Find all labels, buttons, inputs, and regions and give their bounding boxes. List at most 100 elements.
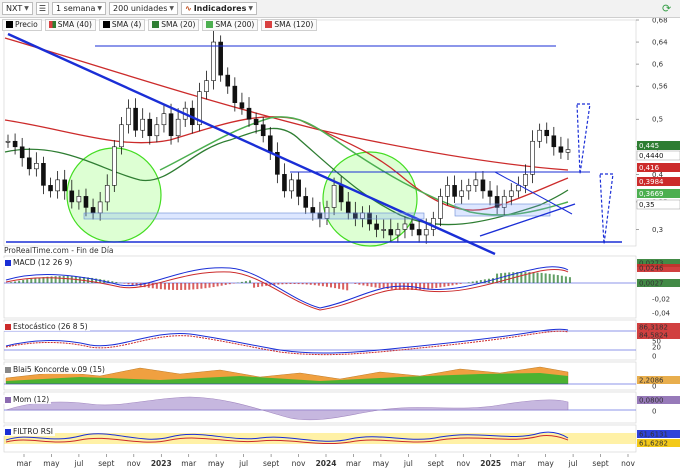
candle-body	[402, 223, 408, 230]
menu-button[interactable]: ☰	[35, 2, 50, 15]
macd-histogram-bar	[301, 283, 304, 285]
legend-item-sma20[interactable]: SMA (20)	[148, 18, 200, 31]
price-tag-label: 0,3984	[639, 178, 664, 186]
rsi-filter-swatch	[5, 428, 11, 435]
macd-histogram-bar	[285, 283, 288, 285]
indicator-tick-label: 0,0027	[639, 280, 664, 288]
macd-histogram-bar	[524, 272, 527, 283]
legend-item-sma4[interactable]: SMA (4)	[98, 18, 146, 31]
macd-histogram-bar	[172, 283, 175, 290]
macd-histogram-bar	[18, 280, 21, 283]
candle-body	[126, 107, 131, 126]
zone-band	[83, 212, 425, 220]
x-tick-label: sept	[428, 459, 444, 468]
legend-swatch	[265, 21, 273, 28]
units-selector[interactable]: 200 unidades ▼	[109, 2, 178, 15]
macd-histogram-bar	[38, 277, 41, 283]
macd-histogram-bar	[504, 272, 507, 283]
legend-swatch	[48, 21, 56, 28]
price-pane[interactable]: 0,680,640,60,560,50,450,40,350,30,4450,4…	[3, 17, 680, 256]
legend-item-sma120[interactable]: SMA (120)	[261, 18, 318, 31]
indicator-tick-label: 61,6131	[639, 431, 668, 439]
candle-body	[423, 229, 429, 236]
price-tag-label: 0,4440	[639, 152, 664, 160]
mom-title[interactable]: Mom (12)	[3, 395, 52, 404]
macd-histogram-bar	[475, 280, 478, 283]
macd-histogram-bar	[261, 283, 264, 287]
koncorde-title[interactable]: Blai5 Koncorde v.09 (15)	[3, 365, 107, 374]
macd-histogram-bar	[564, 276, 567, 283]
macd-histogram-bar	[30, 278, 33, 283]
x-tick-label: sept	[98, 459, 114, 468]
chevron-down-icon: ▼	[248, 5, 253, 12]
macd-histogram-bar	[390, 283, 393, 290]
candle-body	[487, 190, 493, 197]
candle-body	[409, 223, 415, 230]
candle-body	[168, 113, 174, 137]
macd-histogram-bar	[427, 283, 430, 289]
legend-label: SMA (120)	[274, 20, 314, 29]
macd-histogram-bar	[467, 282, 470, 283]
macd-histogram-bar	[492, 278, 494, 283]
macd-histogram-bar	[568, 277, 571, 283]
macd-histogram-bar	[297, 283, 300, 285]
candle-body	[12, 140, 18, 148]
macd-histogram-bar	[374, 283, 377, 288]
candle-body	[83, 196, 89, 208]
candle-body	[119, 124, 124, 148]
macd-histogram-bar	[115, 282, 118, 283]
units-label: 200 unidades	[113, 4, 168, 13]
candle-body	[48, 185, 53, 192]
symbol-selector[interactable]: NXT ▼	[2, 2, 33, 15]
macd-histogram-bar	[26, 279, 29, 283]
macd-histogram-bar	[58, 276, 61, 283]
macd-histogram-bar	[208, 283, 211, 288]
timeframe-selector[interactable]: 1 semana ▼	[52, 2, 107, 15]
macd-histogram-bar	[204, 283, 207, 289]
macd-histogram-bar	[520, 272, 523, 283]
candle-body	[267, 135, 273, 153]
macd-histogram-bar	[443, 283, 446, 287]
macd-histogram-bar	[471, 281, 474, 283]
x-tick-label: may	[208, 459, 225, 468]
legend-item-sma40[interactable]: SMA (40)	[44, 18, 96, 31]
macd-histogram-bar	[544, 273, 547, 283]
macd-histogram-bar	[313, 283, 316, 286]
macd-histogram-bar	[334, 283, 337, 289]
macd-histogram-bar	[560, 275, 563, 283]
macd-histogram-bar	[159, 283, 162, 290]
macd-histogram-bar	[309, 283, 312, 285]
macd-histogram-bar	[220, 283, 223, 286]
macd-histogram-bar	[439, 283, 442, 288]
macd-histogram-bar	[346, 283, 349, 291]
legend-item-price[interactable]: Precio	[2, 18, 42, 31]
macd-histogram-bar	[431, 283, 434, 289]
rsi-filter-title[interactable]: FILTRO RSI	[3, 427, 55, 436]
indicators-button[interactable]: ∿ Indicadores ▼	[180, 2, 257, 15]
candle-body	[34, 163, 39, 170]
x-tick-label: sept	[592, 459, 608, 468]
legend-swatch	[152, 21, 160, 28]
macd-histogram-bar	[540, 272, 543, 283]
indicator-tick-label: 20	[652, 344, 661, 352]
pane-frame	[3, 255, 637, 319]
rsi-filter-label: FILTRO RSI	[13, 427, 53, 436]
price-tag-label: 0,416	[639, 164, 660, 172]
macd-histogram-bar	[342, 283, 345, 290]
legend-item-sma200[interactable]: SMA (200)	[202, 18, 259, 31]
macd-histogram-bar	[321, 283, 324, 287]
macd-histogram-bar	[281, 283, 284, 285]
chart-canvas[interactable]: 0,680,640,60,560,50,450,40,350,30,4450,4…	[0, 0, 680, 469]
stochastic-title[interactable]: Estocástico (26 8 5)	[3, 322, 90, 331]
candle-body	[5, 140, 11, 143]
settings-icon[interactable]: ⟳	[662, 2, 674, 15]
macd-histogram-bar	[548, 273, 551, 283]
macd-title[interactable]: MACD (12 26 9)	[3, 258, 75, 267]
stochastic-label: Estocástico (26 8 5)	[13, 322, 88, 331]
macd-histogram-bar	[188, 283, 191, 290]
candle-body	[112, 146, 117, 186]
candle-body	[374, 223, 379, 230]
candle-body	[480, 179, 486, 192]
legend-swatch	[6, 21, 13, 28]
candle-body	[232, 85, 238, 103]
